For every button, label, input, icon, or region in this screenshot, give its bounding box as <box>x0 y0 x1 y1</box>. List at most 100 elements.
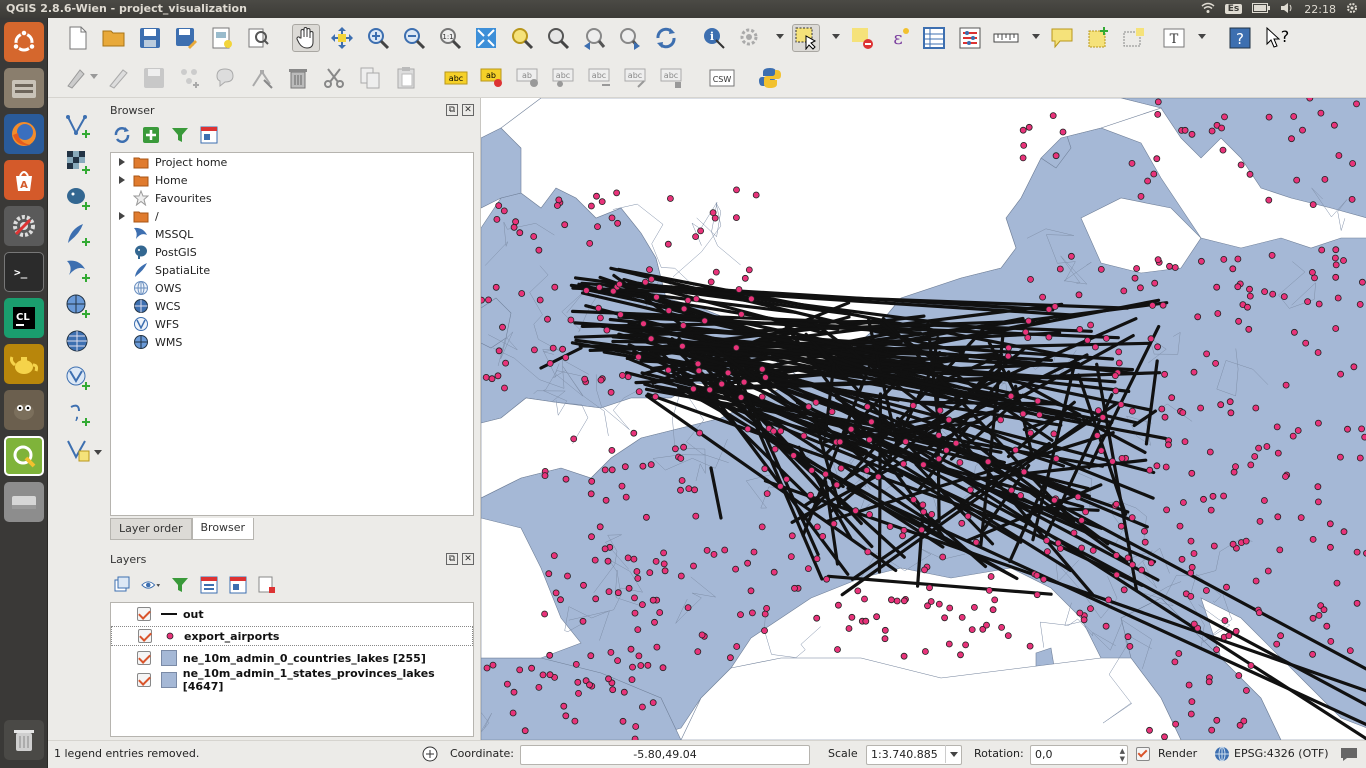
zoom-in-icon[interactable] <box>364 24 392 52</box>
disk-icon[interactable] <box>4 482 44 522</box>
annotation-dropdown-icon[interactable] <box>1198 34 1206 39</box>
copy-features-icon[interactable] <box>356 64 384 92</box>
change-label-icon[interactable]: abc <box>622 64 650 92</box>
csw-icon[interactable]: CSW <box>708 64 736 92</box>
pan-map-icon[interactable] <box>292 24 320 52</box>
render-checkbox[interactable] <box>1136 747 1150 761</box>
refresh-icon[interactable] <box>652 24 680 52</box>
deselect-features-icon[interactable] <box>848 24 876 52</box>
filter-icon[interactable] <box>170 125 190 145</box>
action-dropdown-icon[interactable] <box>776 34 784 39</box>
layer-visibility-checkbox[interactable] <box>137 673 151 687</box>
layer-visibility-checkbox[interactable] <box>138 629 152 643</box>
new-layer-dropdown-icon[interactable] <box>94 450 102 455</box>
attribute-table-icon[interactable] <box>920 24 948 52</box>
clock[interactable]: 22:18 <box>1304 3 1336 16</box>
browser-item-project-home[interactable]: Project home <box>111 153 227 171</box>
clion-icon[interactable]: CL <box>4 298 44 338</box>
browser-float-button[interactable]: ⧉ <box>446 104 458 116</box>
show-hide-labels-icon[interactable]: ab <box>514 64 542 92</box>
save-as-icon[interactable] <box>172 24 200 52</box>
expand-arrow-icon[interactable] <box>119 212 125 220</box>
new-print-composer-icon[interactable] <box>208 24 236 52</box>
volume-icon[interactable] <box>1280 2 1294 17</box>
move-label-icon[interactable]: abc <box>550 64 578 92</box>
software-center-icon[interactable]: A <box>4 160 44 200</box>
qgis-icon[interactable] <box>4 436 44 476</box>
save-edits-icon[interactable] <box>140 64 168 92</box>
keyboard-layout-indicator[interactable]: Es <box>1224 4 1243 14</box>
wifi-icon[interactable] <box>1201 2 1215 17</box>
add-delimited-text-layer-icon[interactable]: , <box>64 400 92 428</box>
whats-this-icon[interactable]: ? <box>1264 24 1292 52</box>
teapot-icon[interactable] <box>4 344 44 384</box>
tab-layer-order[interactable]: Layer order <box>110 518 192 540</box>
delete-selected-icon[interactable] <box>284 64 312 92</box>
open-project-icon[interactable] <box>100 24 128 52</box>
layer-visibility-checkbox[interactable] <box>137 607 151 621</box>
coordinate-toggle-icon[interactable] <box>422 746 438 765</box>
node-tool-icon[interactable] <box>248 64 276 92</box>
edits-dropdown-icon[interactable] <box>90 74 98 79</box>
add-raster-layer-icon[interactable] <box>64 148 92 176</box>
text-annotation-icon[interactable]: T <box>1160 24 1188 52</box>
zoom-to-selection-icon[interactable] <box>508 24 536 52</box>
layer-row-out[interactable]: out <box>111 604 473 624</box>
firefox-icon[interactable] <box>4 114 44 154</box>
field-calculator-icon[interactable]: ε <box>884 24 912 52</box>
rotation-spinbox[interactable]: 0,0 ▲ ▼ <box>1030 745 1128 765</box>
rotation-stepper-icon[interactable]: ▲ ▼ <box>1120 747 1125 763</box>
ubuntu-dash-icon[interactable] <box>4 22 44 62</box>
zoom-last-icon[interactable] <box>580 24 608 52</box>
collapse-all-icon[interactable] <box>228 575 248 595</box>
add-postgis-layer-icon[interactable] <box>64 184 92 212</box>
zoom-to-layer-icon[interactable] <box>544 24 572 52</box>
layer-labeling-icon[interactable]: abc <box>442 64 470 92</box>
expand-arrow-icon[interactable] <box>119 176 125 184</box>
add-wcs-layer-icon[interactable] <box>64 328 92 356</box>
add-group-icon[interactable] <box>112 575 132 595</box>
add-layers-icon[interactable] <box>141 125 161 145</box>
map-tips-icon[interactable] <box>1048 24 1076 52</box>
browser-close-button[interactable]: ✕ <box>462 104 474 116</box>
filter-legend-icon[interactable] <box>170 575 190 595</box>
layer-row-states-provinces[interactable]: ne_10m_admin_1_states_provinces_lakes [4… <box>111 667 473 693</box>
collapse-all-icon[interactable] <box>199 125 219 145</box>
select-dropdown-icon[interactable] <box>832 34 840 39</box>
measure-line-icon[interactable] <box>992 24 1020 52</box>
composer-manager-icon[interactable] <box>244 24 272 52</box>
expand-all-icon[interactable] <box>199 575 219 595</box>
coordinate-field[interactable]: -5.80,49.04 <box>520 745 810 765</box>
messages-icon[interactable] <box>1340 746 1358 765</box>
map-canvas[interactable] <box>480 98 1366 740</box>
layer-visibility-checkbox[interactable] <box>137 651 151 665</box>
new-project-icon[interactable] <box>64 24 92 52</box>
terminal-icon[interactable]: >_ <box>4 252 44 292</box>
crs-label[interactable]: EPSG:4326 (OTF) <box>1234 747 1329 760</box>
cut-features-icon[interactable] <box>320 64 348 92</box>
add-feature-icon[interactable] <box>176 64 204 92</box>
trash-icon[interactable] <box>4 720 44 760</box>
remove-layer-icon[interactable] <box>257 575 277 595</box>
select-features-icon[interactable] <box>792 24 820 52</box>
crs-globe-icon[interactable] <box>1214 746 1230 765</box>
rotate-label-icon[interactable]: abc <box>586 64 614 92</box>
layers-close-button[interactable]: ✕ <box>462 553 474 565</box>
browser-item-root[interactable]: / <box>111 207 159 225</box>
add-vector-layer-icon[interactable] <box>64 112 92 140</box>
add-wms-layer-icon[interactable] <box>64 292 92 320</box>
zoom-out-icon[interactable] <box>400 24 428 52</box>
scale-dropdown-icon[interactable] <box>945 745 961 763</box>
browser-item-wms[interactable]: WMS <box>111 333 182 351</box>
scale-combobox[interactable]: 1:3.740.885 <box>866 745 962 765</box>
measure-dropdown-icon[interactable] <box>1032 34 1040 39</box>
python-console-icon[interactable] <box>756 64 784 92</box>
system-settings-icon[interactable] <box>4 206 44 246</box>
current-edits-icon[interactable] <box>62 64 90 92</box>
move-feature-icon[interactable] <box>212 64 240 92</box>
expand-arrow-icon[interactable] <box>119 158 125 166</box>
run-feature-action-icon[interactable] <box>736 24 764 52</box>
identify-features-icon[interactable]: i <box>700 24 728 52</box>
tab-browser[interactable]: Browser <box>191 518 255 540</box>
browser-item-wfs[interactable]: WFS <box>111 315 179 333</box>
